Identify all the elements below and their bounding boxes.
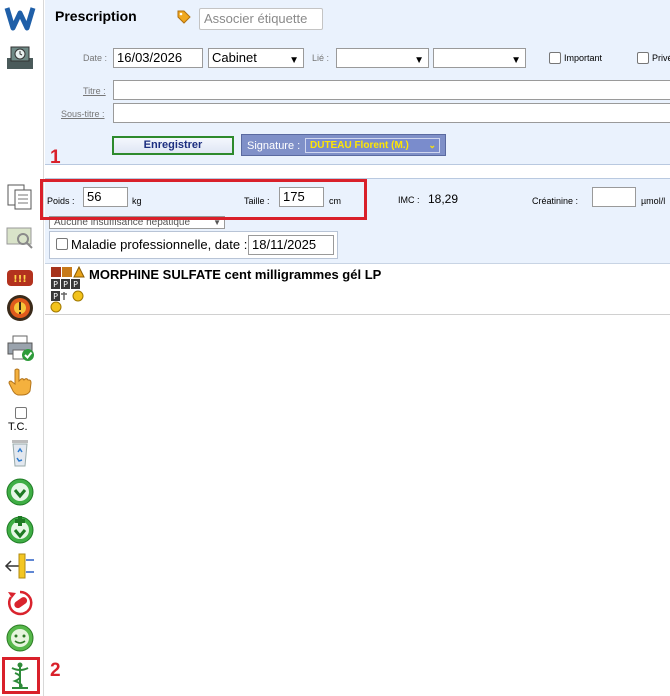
signature-select[interactable]: DUTEAU Florent (M.) ⌄ [305,138,440,153]
signature-value: DUTEAU Florent (M.) [310,140,409,151]
linked-select-1[interactable]: ▼ [336,48,429,68]
highlight-box-1 [40,179,367,220]
arrow-left-bar-icon[interactable] [4,550,36,582]
creatinine-label: Créatinine : [532,196,579,206]
green-check-icon[interactable] [4,476,36,508]
signature-panel: Signature : DUTEAU Florent (M.) ⌄ [241,134,446,156]
title-field[interactable] [113,80,670,100]
svg-text:P: P [53,292,58,301]
location-select[interactable]: Cabinet ▼ [208,48,304,68]
linked-label: Lié : [312,53,330,63]
title-label: Titre : [83,86,106,96]
date-label: Date : [83,53,108,63]
occupational-checkbox[interactable] [56,238,68,250]
important-label: Important [564,53,603,63]
callout-2: 2 [50,660,61,681]
callout-1: 1 [50,147,61,168]
svg-text:P: P [63,280,68,289]
date-field[interactable]: 16/03/2026 [113,48,203,68]
smiley-icon[interactable] [4,622,36,654]
location-value: Cabinet [212,50,257,65]
document-copy-icon[interactable] [4,181,36,213]
tc-label: T.C. [8,421,28,433]
patient-info-band: Aucune insuffisance hépatique ▼ Poids : … [40,178,670,264]
private-label: Privé [652,53,670,63]
chevron-down-icon: ▼ [289,55,299,66]
tag-icon [177,10,191,27]
chevron-down-icon: ⌄ [428,140,436,150]
save-button[interactable]: Enregistrer [112,136,234,155]
important-checkbox[interactable] [549,52,561,64]
app-logo-icon[interactable] [4,2,36,34]
pill-refresh-icon[interactable] [4,587,36,619]
recycle-bin-icon[interactable] [4,437,36,469]
caduceus-icon[interactable] [4,660,36,692]
drug-item-name[interactable]: MORPHINE SULFATE cent milligrammes gél L… [89,267,381,282]
left-toolbar: !!! T.C. [0,0,44,696]
creatinine-unit: µmol/l [641,196,666,206]
prescription-header: Prescription Associer étiquette Date : 1… [45,0,670,165]
occupational-date-field[interactable]: 18/11/2025 [248,235,334,255]
tc-checkbox[interactable] [15,407,27,419]
hand-pointer-icon[interactable] [4,366,36,398]
signature-label: Signature : [247,140,301,152]
private-checkbox[interactable] [637,52,649,64]
svg-text:P: P [53,280,58,289]
chevron-down-icon: ▼ [511,55,521,66]
agenda-icon[interactable] [4,42,36,74]
drug-interaction-icon[interactable]: !!! [4,262,36,294]
print-icon[interactable] [4,332,36,364]
creatinine-field[interactable] [592,187,636,207]
occupational-disease-box: Maladie professionnelle, date : 18/11/20… [49,231,338,259]
subtitle-label: Sous-titre : [61,109,105,119]
bmi-value: 18,29 [428,192,459,206]
occupational-label: Maladie professionnelle, date : [71,237,248,252]
green-add-icon[interactable] [4,513,36,545]
drug-status-icons: P P P P [50,265,86,317]
row-divider [45,314,670,315]
svg-text:!!!: !!! [13,274,27,285]
svg-text:P: P [73,280,78,289]
subtitle-field[interactable] [113,103,670,123]
alert-icon[interactable] [4,292,36,324]
associate-tag-button[interactable]: Associer étiquette [199,8,323,30]
chevron-down-icon: ▼ [414,55,424,66]
page-title: Prescription [55,8,137,24]
linked-select-2[interactable]: ▼ [433,48,526,68]
search-icon[interactable] [4,220,36,252]
bmi-label: IMC : [398,195,420,205]
